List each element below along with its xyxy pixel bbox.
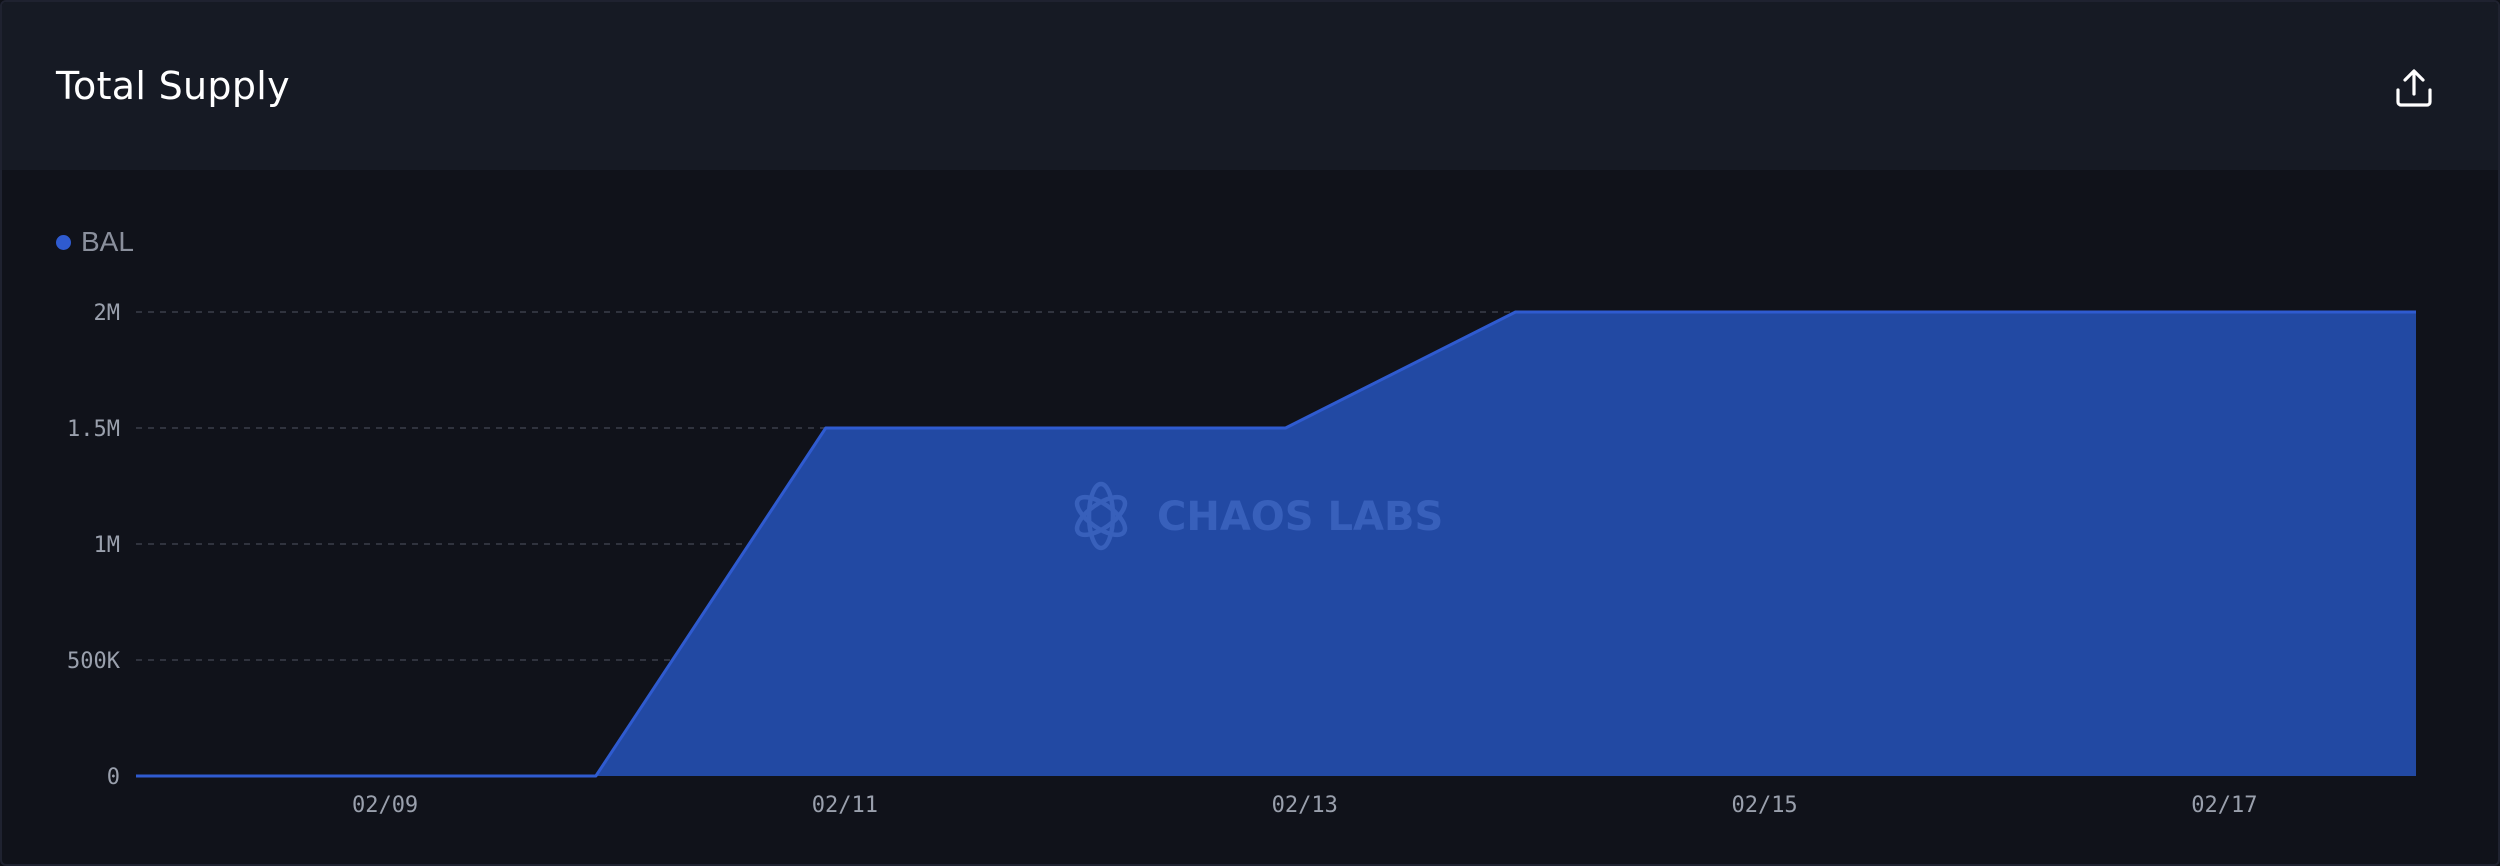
- y-tick-label: 1M: [94, 533, 121, 558]
- x-tick-label: 02/17: [2191, 793, 2257, 818]
- watermark-text: CHAOS LABS: [1157, 494, 1443, 540]
- y-axis: 0 500K 1M 1.5M 2M: [67, 301, 121, 790]
- y-tick-label: 1.5M: [67, 417, 120, 442]
- x-axis: 02/09 02/11 02/13 02/15 02/17: [352, 793, 2258, 818]
- x-tick-label: 02/09: [352, 793, 418, 818]
- y-tick-label: 500K: [67, 649, 121, 674]
- y-tick-label: 0: [107, 765, 120, 790]
- y-tick-label: 2M: [94, 301, 121, 326]
- area-chart: CHAOS LABS 0 500K 1M 1.5M 2M 02/09 02/11 02/13…: [67, 301, 2416, 818]
- x-tick-label: 02/11: [812, 793, 878, 818]
- x-tick-label: 02/13: [1272, 793, 1338, 818]
- x-tick-label: 02/15: [1731, 793, 1797, 818]
